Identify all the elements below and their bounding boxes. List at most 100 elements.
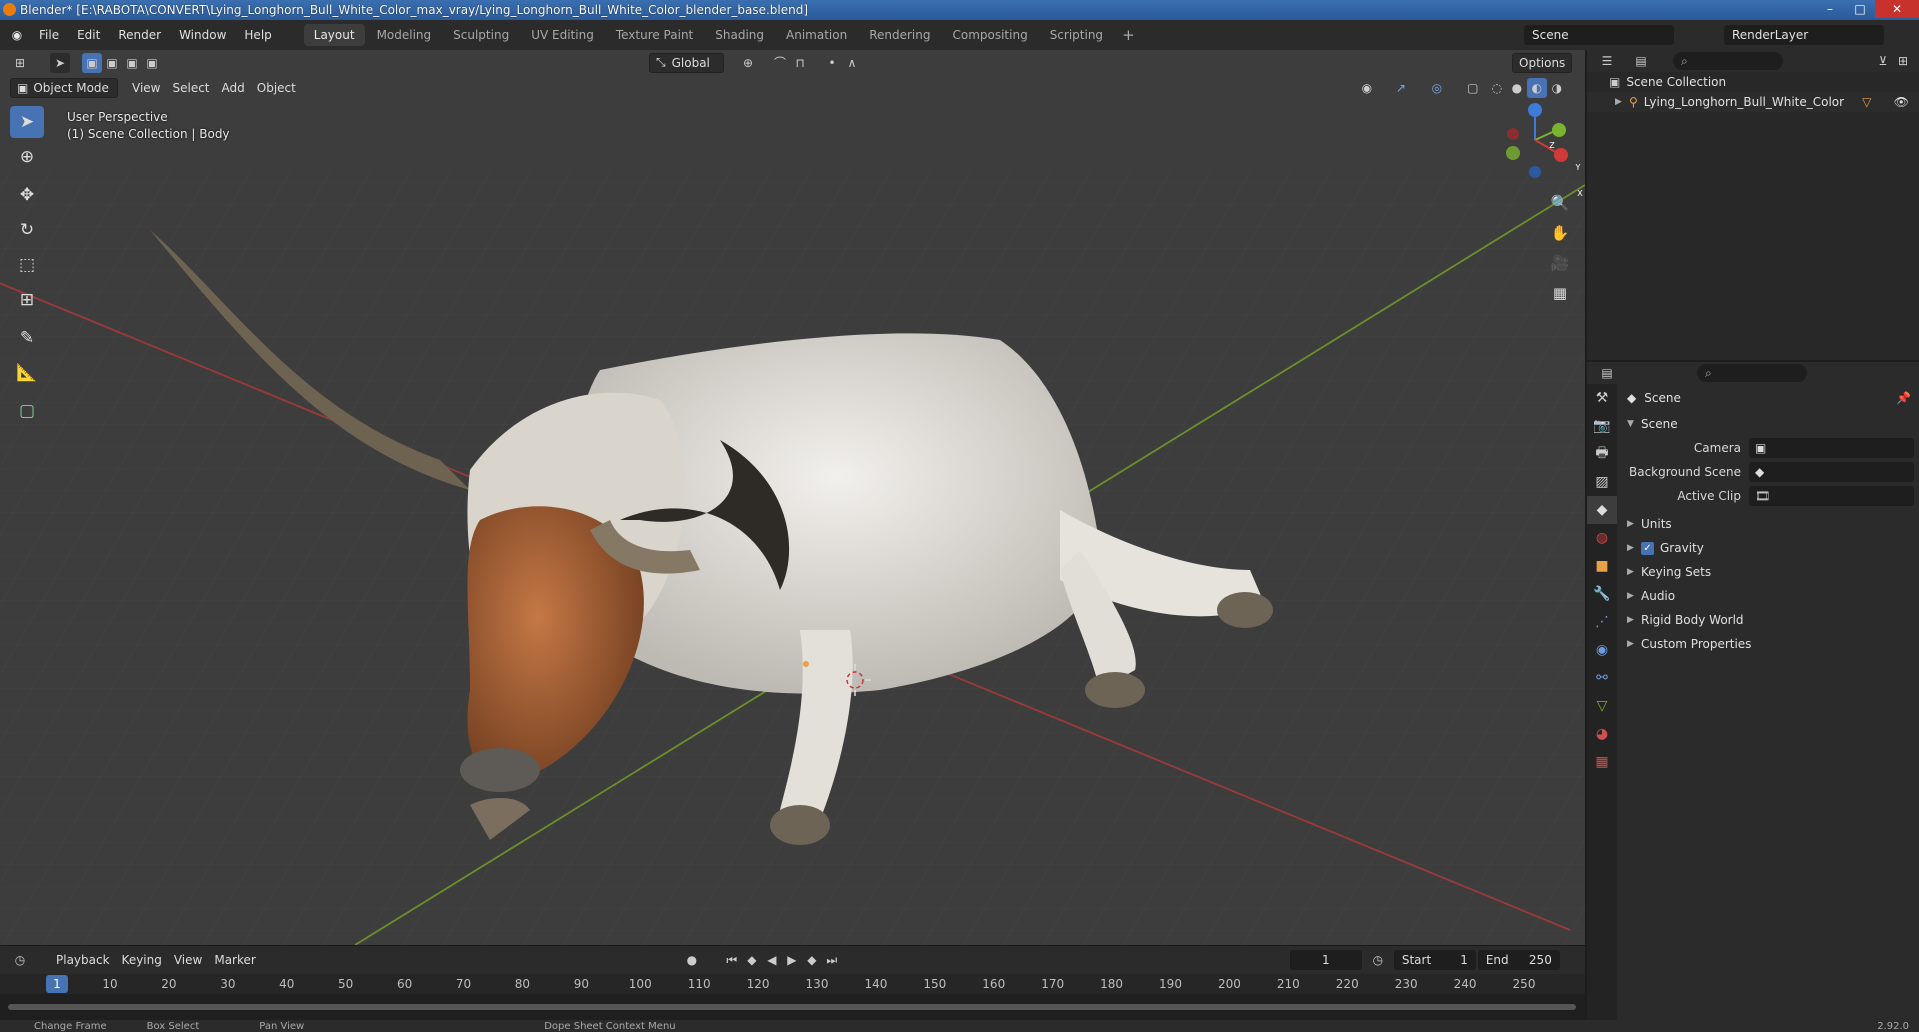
snap-icon[interactable]: ⌒ <box>770 53 790 73</box>
menu-add[interactable]: Add <box>216 78 251 98</box>
view-layer-selector[interactable]: RenderLayer <box>1724 25 1884 45</box>
add-workspace-icon[interactable]: + <box>1114 26 1143 44</box>
scene-selector[interactable]: Scene <box>1524 25 1674 45</box>
menu-marker[interactable]: Marker <box>208 950 261 970</box>
move-tool-icon[interactable]: ✥ <box>10 179 44 211</box>
timeline-editor-type-icon[interactable]: ◷ <box>10 950 30 970</box>
menu-timeline-view[interactable]: View <box>168 950 208 970</box>
render-tab-icon[interactable]: 📷 <box>1587 412 1617 440</box>
tab-shading[interactable]: Shading <box>705 24 774 46</box>
new-collection-icon[interactable]: ⊞ <box>1893 51 1913 71</box>
data-tab-icon[interactable]: ▽ <box>1587 692 1617 720</box>
background-scene-input[interactable]: ◆ <box>1749 462 1914 482</box>
proportional-edit-icon[interactable]: • <box>822 53 842 73</box>
measure-tool-icon[interactable]: 📐 <box>10 357 44 389</box>
panel-rigid-body-world[interactable]: ▶ Rigid Body World <box>1619 608 1919 632</box>
shading-solid-icon[interactable]: ● <box>1507 78 1527 98</box>
close-icon[interactable]: ✕ <box>1875 0 1919 18</box>
select-tool-icon[interactable]: ➤ <box>50 52 70 73</box>
frame-ruler[interactable]: 1 10 20 30 40 50 60 70 80 90 100 110 120 130 140 150 160… <box>0 974 1585 1021</box>
snap-target-icon[interactable]: ⊓ <box>790 53 810 73</box>
panel-gravity[interactable]: ▶ ✓ Gravity <box>1619 536 1919 560</box>
overlay-toggle-icon[interactable]: ◎ <box>1427 78 1447 98</box>
filter-icon[interactable]: ⊻ <box>1873 51 1893 71</box>
menu-select[interactable]: Select <box>166 78 215 98</box>
ortho-grid-icon[interactable]: ▦ <box>1547 280 1573 306</box>
tab-layout[interactable]: Layout <box>303 24 365 46</box>
eye-icon[interactable]: 👁 <box>1894 95 1909 109</box>
transform-orientation-dropdown[interactable]: ⤡ Global <box>649 52 724 73</box>
shading-rendered-icon[interactable]: ◑ <box>1547 78 1567 98</box>
tab-scripting[interactable]: Scripting <box>1040 24 1113 46</box>
menu-object[interactable]: Object <box>251 78 302 98</box>
particles-tab-icon[interactable]: ⋰ <box>1587 608 1617 636</box>
cursor-tool-icon[interactable]: ⊕ <box>10 141 44 173</box>
menu-window[interactable]: Window <box>170 28 235 42</box>
options-dropdown[interactable]: Options <box>1512 52 1573 73</box>
outliner-search-input[interactable]: ⌕ <box>1673 52 1783 70</box>
menu-playback[interactable]: Playback <box>50 950 116 970</box>
annotate-tool-icon[interactable]: ✎ <box>10 322 44 354</box>
end-frame-field[interactable]: End 250 <box>1477 950 1560 970</box>
menu-keying[interactable]: Keying <box>116 950 168 970</box>
select-mode-intersect-icon[interactable]: ▣ <box>142 53 162 73</box>
shading-material-icon[interactable]: ◐ <box>1526 77 1547 98</box>
timeline-scrollbar[interactable] <box>8 1004 1576 1010</box>
menu-edit[interactable]: Edit <box>68 28 109 42</box>
editor-type-icon[interactable]: ⊞ <box>10 53 30 73</box>
gizmo-toggle-icon[interactable]: ↗ <box>1391 78 1411 98</box>
menu-render[interactable]: Render <box>109 28 170 42</box>
outliner-row-object[interactable]: ▶ ⚲ Lying_Longhorn_Bull_White_Color ▽ 👁 <box>1587 92 1919 112</box>
maximize-icon[interactable]: □ <box>1845 0 1875 18</box>
texture-tab-icon[interactable]: ▦ <box>1587 748 1617 776</box>
add-cube-tool-icon[interactable]: ▢ <box>10 395 44 427</box>
select-mode-new-icon[interactable]: ▣ <box>82 52 102 73</box>
mode-dropdown[interactable]: ▣ Object Mode <box>10 77 118 98</box>
expand-arrow-icon[interactable]: ▶ <box>1615 97 1629 107</box>
preview-range-icon[interactable]: ◷ <box>1368 950 1388 970</box>
tab-animation[interactable]: Animation <box>776 24 857 46</box>
pivot-point-icon[interactable]: ⊕ <box>738 53 758 73</box>
outliner-row-root[interactable]: ▣ Scene Collection <box>1587 72 1919 92</box>
scale-tool-icon[interactable]: ⬚ <box>10 249 44 281</box>
tab-rendering[interactable]: Rendering <box>859 24 940 46</box>
tab-sculpting[interactable]: Sculpting <box>443 24 519 46</box>
tab-texture-paint[interactable]: Texture Paint <box>606 24 703 46</box>
3d-viewport[interactable]: Z Y X ⊞ ➤ ▣ ▣ ▣ ▣ ⤡ Global ⊕ ⌒ ⊓ • ∧ Opt… <box>0 50 1585 945</box>
prev-keyframe-icon[interactable]: ◆ <box>742 950 762 970</box>
play-icon[interactable]: ▶ <box>782 950 802 970</box>
tool-tab-icon[interactable]: ⚒ <box>1587 384 1617 412</box>
scene-tab-icon[interactable]: ◆ <box>1587 496 1617 524</box>
minimize-icon[interactable]: – <box>1815 0 1845 18</box>
panel-scene[interactable]: ▼ Scene <box>1619 412 1919 436</box>
rotate-tool-icon[interactable]: ↻ <box>10 214 44 246</box>
panel-keying-sets[interactable]: ▶ Keying Sets <box>1619 560 1919 584</box>
xray-icon[interactable]: ▢ <box>1463 78 1483 98</box>
tab-compositing[interactable]: Compositing <box>942 24 1037 46</box>
start-frame-field[interactable]: Start 1 <box>1393 950 1476 970</box>
active-clip-input[interactable]: 🎞 <box>1749 486 1914 506</box>
material-tab-icon[interactable]: ◕ <box>1587 720 1617 748</box>
timeline-track[interactable] <box>0 994 1585 1021</box>
output-tab-icon[interactable]: 🖶 <box>1587 440 1617 468</box>
outliner-editor-type-icon[interactable]: ☰ <box>1597 51 1617 71</box>
camera-view-icon[interactable]: 🎥 <box>1547 250 1573 276</box>
camera-input[interactable]: ▣ <box>1749 438 1914 458</box>
blender-menu-icon[interactable]: ◉ <box>4 22 30 48</box>
select-box-tool-icon[interactable]: ➤ <box>10 106 44 138</box>
record-icon[interactable]: ● <box>682 950 702 970</box>
properties-editor-type-icon[interactable]: ▤ <box>1597 363 1617 383</box>
panel-audio[interactable]: ▶ Audio <box>1619 584 1919 608</box>
select-mode-subtract-icon[interactable]: ▣ <box>122 53 142 73</box>
modifier-tab-icon[interactable]: 🔧 <box>1587 580 1617 608</box>
pin-icon[interactable]: 📌 <box>1896 391 1911 405</box>
menu-file[interactable]: File <box>30 28 68 42</box>
properties-search-input[interactable]: ⌕ <box>1697 364 1807 382</box>
world-tab-icon[interactable]: ◍ <box>1587 524 1617 552</box>
current-frame-field[interactable]: 1 <box>1289 950 1362 970</box>
transform-tool-icon[interactable]: ⊞ <box>10 284 44 316</box>
visibility-icon[interactable]: ◉ <box>1357 78 1377 98</box>
current-frame-marker[interactable]: 1 <box>46 975 68 993</box>
tab-uv-editing[interactable]: UV Editing <box>521 24 604 46</box>
gravity-checkbox[interactable]: ✓ <box>1641 541 1654 555</box>
